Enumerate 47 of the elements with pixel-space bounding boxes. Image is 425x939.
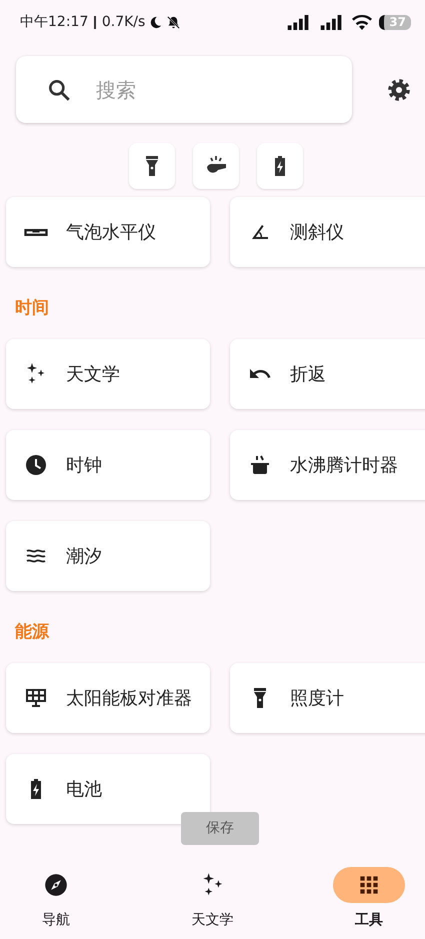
search-input[interactable]: 搜索 [94, 76, 328, 102]
status-time: 中午12:17 [20, 13, 88, 31]
tool-label: 折返 [290, 362, 327, 386]
tool-card[interactable]: 照度计 [230, 663, 425, 733]
search-field[interactable]: 搜索 [16, 56, 352, 123]
tool-label: 电池 [66, 778, 103, 802]
tool-label: 水沸腾计时器 [290, 454, 399, 478]
tool-card[interactable]: 折返 [230, 339, 425, 409]
tool-card[interactable]: 时钟 [6, 430, 210, 500]
tool-card[interactable]: 潮汐 [6, 521, 210, 591]
tool-label: 气泡水平仪 [66, 220, 157, 244]
clock-icon [24, 453, 48, 477]
wifi-icon [352, 14, 372, 30]
tool-card[interactable]: 天文学 [6, 339, 210, 409]
tool-label: 时钟 [66, 454, 103, 478]
nav-label: 导航 [42, 911, 70, 929]
tool-label: 天文学 [66, 362, 121, 386]
quick-action-button[interactable] [128, 143, 174, 189]
section-heading: 能源 [14, 621, 50, 644]
tool-label: 太阳能板对准器 [66, 686, 193, 710]
network-speed: 0.7K/s [102, 14, 146, 30]
spirit-level-icon [24, 228, 48, 236]
tool-card[interactable]: 电池 [6, 754, 210, 824]
pot-icon [248, 453, 272, 477]
nav-tab[interactable]: 工具 [331, 867, 407, 939]
toast: 保存 [181, 812, 259, 845]
tool-card[interactable]: 太阳能板对准器 [6, 663, 210, 733]
nav-label: 工具 [355, 911, 383, 929]
compass-icon [43, 872, 69, 898]
tool-card[interactable]: 测斜仪 [230, 197, 425, 267]
moon-icon [148, 14, 164, 30]
section-heading: 时间 [14, 297, 50, 320]
quick-action-button[interactable] [192, 143, 238, 189]
battery-level: 37 [379, 14, 411, 30]
tool-card[interactable]: 气泡水平仪 [6, 197, 210, 267]
tool-label: 照度计 [290, 686, 345, 710]
nav-tab[interactable]: 天文学 [174, 867, 250, 939]
solar-panel-icon [24, 686, 48, 710]
tool-card[interactable]: 水沸腾计时器 [230, 430, 425, 500]
settings-icon [386, 76, 412, 102]
settings-button[interactable] [386, 76, 412, 102]
tool-label: 潮汐 [66, 544, 103, 568]
tool-label: 测斜仪 [290, 220, 345, 244]
nav-label: 天文学 [192, 911, 234, 929]
nav-tab[interactable]: 导航 [18, 867, 94, 939]
quick-action-button[interactable] [256, 143, 302, 189]
bell-off-icon [166, 14, 182, 30]
